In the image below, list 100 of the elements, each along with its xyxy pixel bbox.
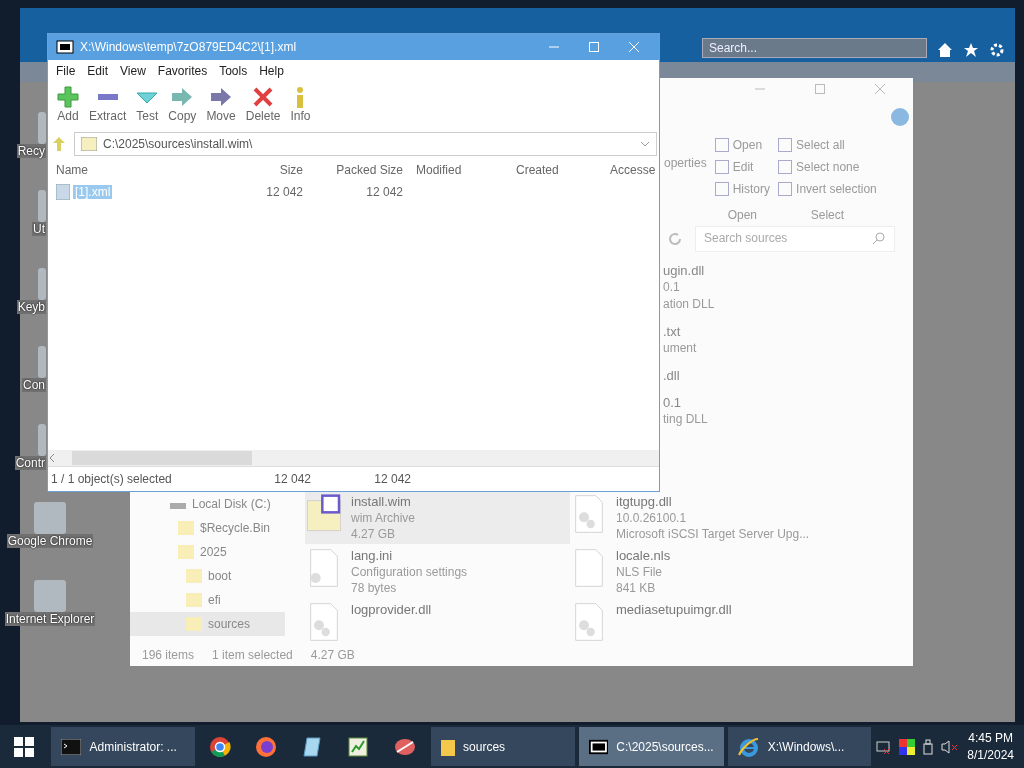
window-title: X:\Windows\temp\7zO879ED4C2\[1].xml [80, 40, 298, 54]
column-header[interactable]: Created [509, 163, 603, 177]
chrome-icon[interactable] [209, 735, 232, 758]
firefox-icon[interactable] [255, 735, 278, 758]
menu-item[interactable]: Help [255, 62, 288, 80]
column-header[interactable]: Modified [409, 163, 509, 177]
folder-tree-item[interactable]: $Recycle.Bin [130, 516, 285, 541]
shortcut-label[interactable]: Con [22, 378, 46, 392]
toolbar-button[interactable]: Add [54, 84, 82, 128]
ie-icon [737, 735, 760, 758]
folder-tree-item[interactable]: sources [130, 612, 285, 637]
folder-tree-item[interactable]: 2025 [130, 540, 285, 565]
file-detail-text: .dll [663, 367, 681, 385]
scrollbar-thumb[interactable] [72, 451, 252, 465]
gear-file-icon [572, 494, 606, 535]
shortcut-label[interactable]: Contr [14, 456, 46, 470]
path-field[interactable]: C:\2025\sources\install.wim\ [74, 132, 657, 156]
taskbar-button[interactable]: Administrator: ... [51, 727, 196, 766]
file-detail-text: ting DLL [663, 411, 709, 429]
console-icon [61, 738, 82, 755]
file-icon [56, 184, 70, 200]
windows-logo-icon[interactable] [13, 736, 34, 757]
search-field[interactable]: Search... [702, 38, 927, 58]
menu-item[interactable]: Favorites [153, 62, 212, 80]
group-label: Open [726, 207, 759, 222]
home-icon[interactable] [937, 42, 953, 58]
shortcut-label[interactable]: Ut [32, 222, 46, 236]
file-detail-text: ugin.dll [663, 262, 706, 280]
folder-icon [178, 545, 194, 560]
shortcut-label[interactable]: Recy [16, 144, 46, 158]
star-icon[interactable] [963, 42, 979, 58]
file-tile[interactable]: logprovider.dll [305, 600, 570, 645]
folder-icon [178, 521, 194, 536]
chevron-down-icon[interactable] [640, 141, 650, 147]
toolbar-button[interactable]: Delete [242, 84, 284, 128]
usb-icon[interactable] [923, 738, 934, 755]
shortcut-label[interactable]: Google Chrome [6, 534, 94, 548]
ribbon-button[interactable]: Open [714, 135, 771, 154]
column-header[interactable]: Accesse [603, 163, 659, 177]
folder-tree-item[interactable]: boot [130, 564, 285, 589]
file-tile[interactable]: itgtupg.dll 10.0.26100.1 Microsoft iSCSI Target Server Upg... [570, 492, 870, 545]
taskbar-button[interactable]: X:\Windows\... [727, 727, 872, 766]
ribbon-button[interactable]: Invert selection [778, 179, 877, 198]
status-text: 1 item selected [212, 648, 293, 663]
folder-tree-item[interactable]: efi [130, 588, 285, 613]
archive-icon [81, 137, 97, 151]
scroll-left-icon[interactable] [48, 453, 56, 463]
file-detail-text: 0.1 [663, 279, 681, 297]
maximize-icon[interactable] [815, 83, 825, 94]
column-header[interactable]: Packed Size [309, 163, 409, 177]
file-tile[interactable]: locale.nls NLS File 841 KB [570, 546, 870, 599]
status-text: 1 / 1 object(s) selected [51, 472, 173, 486]
shortcut-label[interactable]: Keyb [16, 300, 46, 314]
folder-tree-item[interactable]: Local Disk (C:) [130, 492, 285, 517]
file-detail-text: ument [663, 340, 698, 358]
file-detail-text: 0.1 [663, 394, 683, 412]
chart-icon[interactable] [347, 735, 370, 758]
status-text: 12 042 [373, 472, 411, 486]
ribbon-button[interactable]: History [714, 179, 771, 198]
toolbar-button[interactable]: Move [203, 84, 239, 128]
toolbar-button[interactable]: Test [133, 84, 162, 128]
taskbar-button[interactable]: C:\2025\sources... [578, 727, 724, 766]
network-icon[interactable] [875, 738, 892, 755]
status-text: 12 042 [273, 472, 311, 486]
properties-button[interactable]: operties [664, 99, 707, 223]
menu-item[interactable]: Edit [83, 62, 113, 80]
toolbar-button[interactable]: Copy [165, 84, 200, 128]
folder-icon [441, 737, 456, 756]
file-icon [572, 548, 606, 589]
clock-time[interactable]: 4:45 PM [968, 729, 1013, 747]
group-label: Select [809, 207, 846, 222]
menu-item[interactable]: Tools [215, 62, 252, 80]
file-tile[interactable]: mediasetupuimgr.dll [570, 600, 870, 645]
menu-item[interactable]: File [52, 62, 80, 80]
shortcut-label[interactable]: Internet Explorer [4, 612, 96, 626]
gear-file-icon [307, 548, 341, 589]
toolbar-button[interactable]: Extract [86, 84, 130, 128]
speaker-muted-icon[interactable] [941, 738, 960, 755]
file-tile[interactable]: install.wim wim Archive 4.27 GB [305, 492, 570, 545]
toolbar-button[interactable]: Info [287, 84, 314, 128]
ribbon-button[interactable]: Select none [778, 157, 877, 176]
file-detail-text: ation DLL [663, 296, 716, 314]
minus-icon [97, 94, 118, 100]
gear-file-icon [307, 602, 341, 643]
column-header[interactable]: Name [56, 163, 216, 177]
file-detail-text: .txt [663, 323, 682, 341]
file-tile[interactable]: lang.ini Configuration settings 78 bytes [305, 546, 570, 599]
taskbar-button[interactable]: sources [431, 727, 575, 766]
close-icon[interactable] [875, 83, 885, 94]
settings-icon[interactable] [989, 42, 1005, 58]
folder-icon [186, 593, 202, 608]
ribbon-button[interactable]: Edit [714, 157, 771, 176]
table-cell-text: 12 042 [265, 185, 304, 199]
color-grid-icon[interactable] [899, 738, 916, 755]
clock-date[interactable]: 8/1/2024 [967, 746, 1014, 764]
column-header[interactable]: Size [216, 163, 309, 177]
ribbon-button[interactable]: Select all [778, 135, 877, 154]
plus-icon [57, 86, 79, 108]
menu-item[interactable]: View [116, 62, 150, 80]
gear-file-icon [572, 602, 606, 643]
